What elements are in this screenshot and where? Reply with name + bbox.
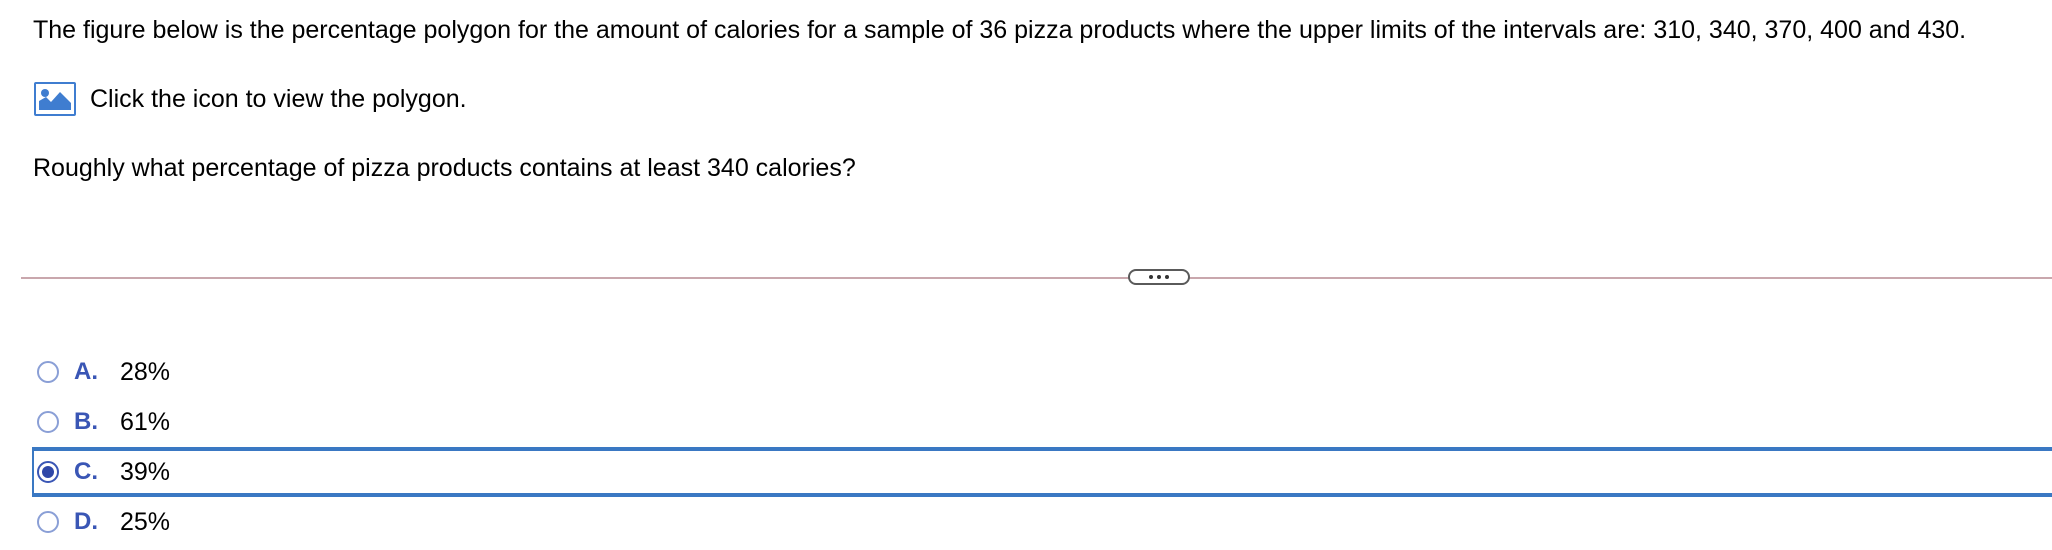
radio-button-b[interactable] — [37, 411, 59, 433]
option-a[interactable]: A. 28% — [32, 347, 2052, 397]
option-value: 25% — [120, 507, 171, 536]
option-value: 28% — [120, 357, 171, 386]
radio-button-a[interactable] — [37, 361, 59, 383]
view-polygon-row: Click the icon to view the polygon. — [34, 81, 467, 117]
section-divider — [21, 277, 2052, 279]
radio-button-c[interactable] — [37, 461, 59, 483]
ellipsis-dot — [1165, 275, 1169, 279]
radio-selected-dot — [42, 466, 54, 478]
option-value: 39% — [120, 457, 171, 486]
option-d[interactable]: D. 25% — [32, 497, 2052, 547]
option-letter: B. — [74, 408, 98, 435]
question-prompt: Roughly what percentage of pizza product… — [33, 154, 856, 182]
radio-button-d[interactable] — [37, 511, 59, 533]
option-letter: C. — [74, 458, 98, 485]
option-value: 61% — [120, 407, 171, 436]
ellipsis-dot — [1157, 275, 1161, 279]
question-text: The figure below is the percentage polyg… — [33, 16, 1967, 44]
view-polygon-link-text[interactable]: Click the icon to view the polygon. — [90, 82, 467, 116]
answer-options: A. 28% B. 61% C. 39% D. 25% — [32, 347, 2052, 547]
image-icon[interactable] — [34, 82, 76, 116]
option-c[interactable]: C. 39% — [32, 447, 2052, 497]
option-letter: A. — [74, 358, 98, 385]
option-letter: D. — [74, 508, 98, 535]
ellipsis-icon[interactable] — [1128, 269, 1190, 285]
option-b[interactable]: B. 61% — [32, 397, 2052, 447]
ellipsis-dot — [1149, 275, 1153, 279]
